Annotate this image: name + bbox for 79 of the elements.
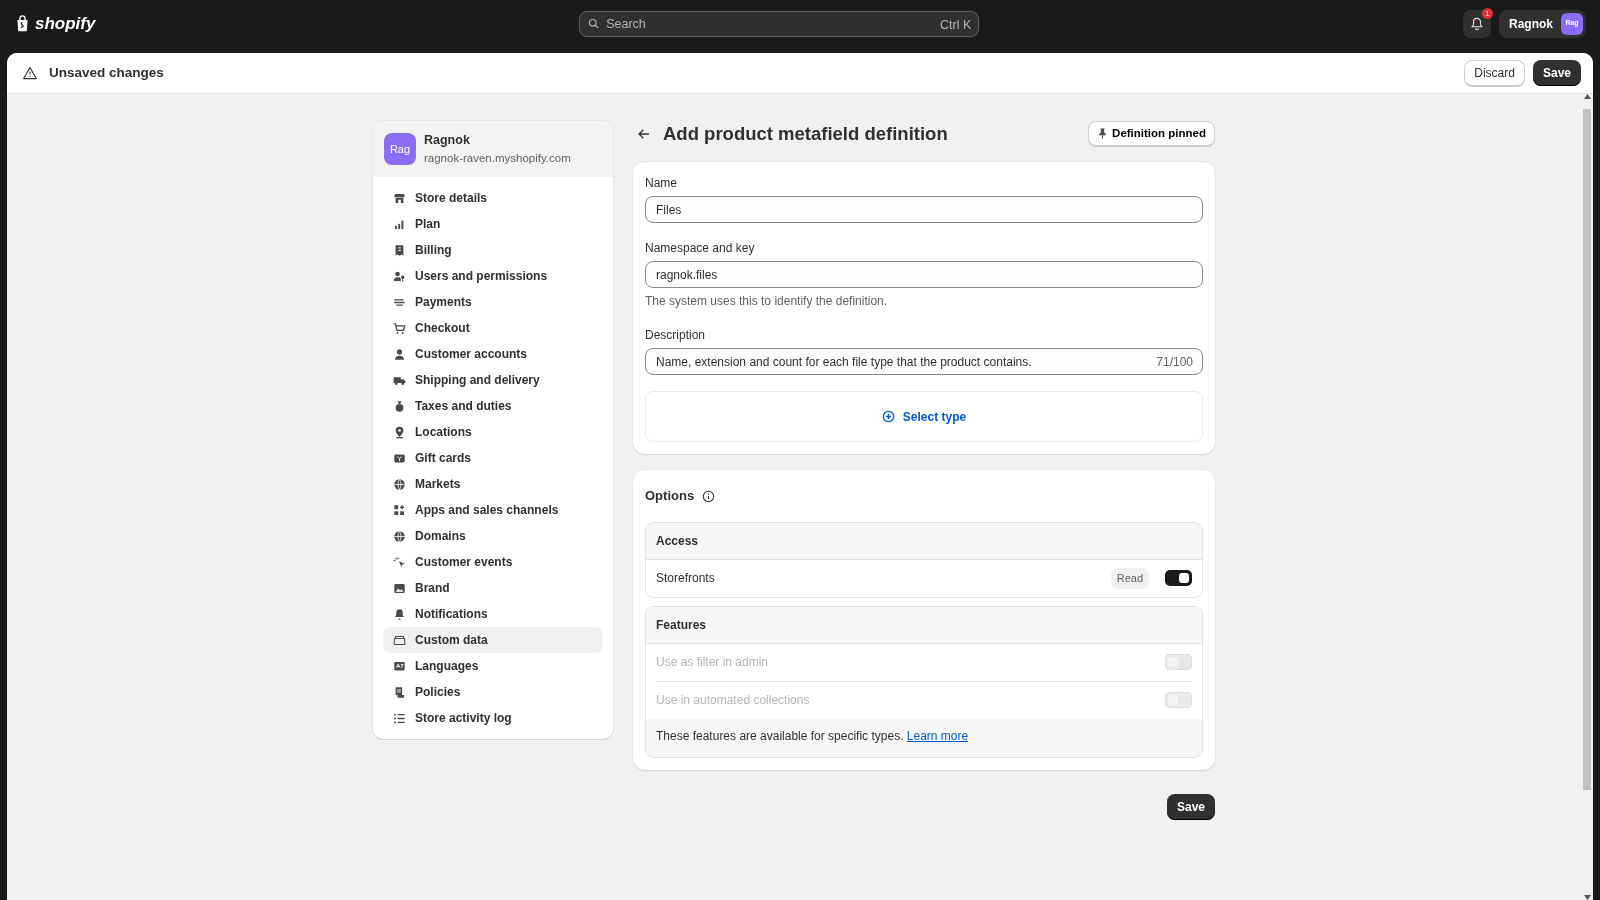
sidebar-item[interactable]: Shipping and delivery <box>383 367 603 393</box>
plus-circle-icon <box>881 410 895 424</box>
sidebar-item[interactable]: Billing <box>383 237 603 263</box>
database-tray-icon <box>393 633 406 647</box>
translate-icon <box>393 659 406 673</box>
sidebar-item[interactable]: Users and permissions <box>383 263 603 289</box>
save-button[interactable]: Save <box>1532 60 1581 86</box>
sidebar-item[interactable]: Locations <box>383 419 603 445</box>
sidebar-item[interactable]: Languages <box>383 653 603 679</box>
notifications-button[interactable]: 1 <box>1463 9 1491 38</box>
cursor-click-icon <box>393 555 406 569</box>
apps-grid-icon <box>393 503 406 517</box>
scroll-down-icon <box>1583 895 1591 900</box>
field-label: Namespace and key <box>645 240 756 258</box>
list-icon <box>393 711 406 725</box>
sidebar-item[interactable]: Markets <box>383 471 603 497</box>
sidebar-item[interactable]: Apps and sales channels <box>383 497 603 523</box>
map-pin-icon <box>393 425 406 439</box>
document-icon <box>393 685 406 699</box>
cart-icon <box>393 321 406 335</box>
person-icon <box>393 347 406 361</box>
image-icon <box>393 581 406 595</box>
option-label: Storefronts <box>656 570 716 588</box>
person-key-icon <box>393 269 406 283</box>
sidebar-item[interactable]: Store details <box>383 185 603 211</box>
select-type-button[interactable]: Select type <box>645 391 1203 443</box>
account-name: Ragnok <box>1509 15 1553 33</box>
sidebar-item[interactable]: Taxes and duties <box>383 393 603 419</box>
sidebar-item[interactable]: Notifications <box>383 601 603 627</box>
option-label: Use in automated collections <box>656 692 811 710</box>
page-title: Add product metafield definition <box>663 122 948 145</box>
receipt-icon <box>393 243 406 257</box>
warning-icon <box>23 66 37 80</box>
sidebar-item[interactable]: Checkout <box>383 315 603 341</box>
store-name: Ragnok <box>424 132 471 149</box>
features-note: These features are available for specific types. Learn more <box>646 718 1202 757</box>
discard-button[interactable]: Discard <box>1464 60 1525 86</box>
save-button[interactable]: Save <box>1166 793 1215 820</box>
field-label: Description <box>645 327 707 345</box>
panel-heading: Features <box>646 606 1202 644</box>
logo-text: shopify <box>35 12 96 35</box>
shopping-bag-icon <box>14 14 31 33</box>
pin-button[interactable]: Definition pinned <box>1088 121 1215 147</box>
help-text: The system uses this to identify the definition. <box>645 293 889 311</box>
panel-heading: Access <box>646 522 1202 560</box>
option-label: Use as filter in admin <box>656 654 770 672</box>
sidebar-item[interactable]: Gift cards <box>383 445 603 471</box>
money-bag-icon <box>393 399 406 413</box>
sidebar-item[interactable]: Custom data <box>383 627 603 653</box>
text-field[interactable]: Files <box>645 196 1203 224</box>
search-icon <box>588 17 601 30</box>
sidebar-item[interactable]: Domains <box>383 523 603 549</box>
sidebar-item[interactable]: Customer events <box>383 549 603 575</box>
store-domain: ragnok-raven.myshopify.com <box>424 150 571 166</box>
notification-count: 1 <box>1482 7 1493 19</box>
globe-icon <box>393 529 406 543</box>
section-title: Options <box>645 487 695 506</box>
shortcut-hint: Ctrl K <box>939 16 972 34</box>
bell-icon <box>393 607 406 621</box>
sidebar-item[interactable]: Store activity log <box>383 705 603 731</box>
text-field[interactable]: ragnok.files <box>645 261 1203 289</box>
toggle-switch[interactable] <box>1165 570 1192 587</box>
store-icon <box>393 191 406 205</box>
learn-more-link[interactable]: Learn more <box>906 728 969 743</box>
character-count: 71/100 <box>1156 353 1193 371</box>
sidebar-item[interactable]: Customer accounts <box>383 341 603 367</box>
access-badge: Read <box>1110 568 1149 589</box>
pin-icon <box>1097 128 1109 140</box>
scroll-thumb[interactable] <box>1583 109 1591 790</box>
sidebar-item[interactable]: Policies <box>383 679 603 705</box>
save-bar-title: Unsaved changes <box>49 63 164 82</box>
sidebar-item[interactable]: Brand <box>383 575 603 601</box>
store-avatar: Rag <box>384 133 416 165</box>
globe-icon <box>393 477 406 491</box>
sidebar-item[interactable]: Plan <box>383 211 603 237</box>
field-label: Name <box>645 175 678 193</box>
sidebar-item[interactable]: Payments <box>383 289 603 315</box>
info-icon <box>702 489 716 503</box>
bell-icon <box>1470 16 1484 31</box>
